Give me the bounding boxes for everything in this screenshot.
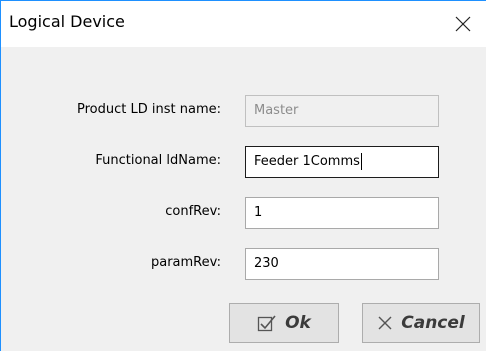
- paramrev-value: 230: [254, 256, 279, 271]
- functional-ldname-value: Feeder 1Comms: [254, 154, 360, 169]
- paramrev-row: paramRev: 230: [1, 248, 486, 280]
- logical-device-dialog: Logical Device Product LD inst name: Mas…: [0, 0, 486, 351]
- paramrev-label: paramRev:: [150, 255, 221, 270]
- cancel-button[interactable]: Cancel: [362, 303, 480, 343]
- product-ld-inst-name-value: Master: [254, 103, 299, 118]
- dialog-title: Logical Device: [9, 12, 125, 31]
- cross-icon: [378, 316, 392, 330]
- ok-label: Ok: [285, 313, 311, 333]
- ok-button[interactable]: Ok: [229, 303, 339, 343]
- product-ld-inst-name-label: Product LD inst name:: [77, 102, 221, 117]
- cancel-label: Cancel: [401, 313, 465, 333]
- close-button[interactable]: [440, 1, 486, 47]
- functional-ldname-label: Functional ldName:: [95, 153, 221, 168]
- close-icon: [455, 16, 471, 32]
- confrev-label: confRev:: [165, 204, 221, 219]
- checkbox-icon: [257, 315, 276, 332]
- functional-ldname-row: Functional ldName: Feeder 1Comms: [1, 146, 486, 178]
- product-ld-inst-name-row: Product LD inst name: Master: [1, 95, 486, 127]
- text-caret: [360, 153, 362, 170]
- title-bar[interactable]: Logical Device: [1, 1, 486, 47]
- paramrev-field[interactable]: 230: [245, 248, 439, 280]
- confrev-row: confRev: 1: [1, 197, 486, 229]
- product-ld-inst-name-field: Master: [245, 95, 439, 127]
- confrev-value: 1: [254, 205, 263, 220]
- functional-ldname-field[interactable]: Feeder 1Comms: [245, 146, 439, 178]
- confrev-field[interactable]: 1: [245, 197, 439, 229]
